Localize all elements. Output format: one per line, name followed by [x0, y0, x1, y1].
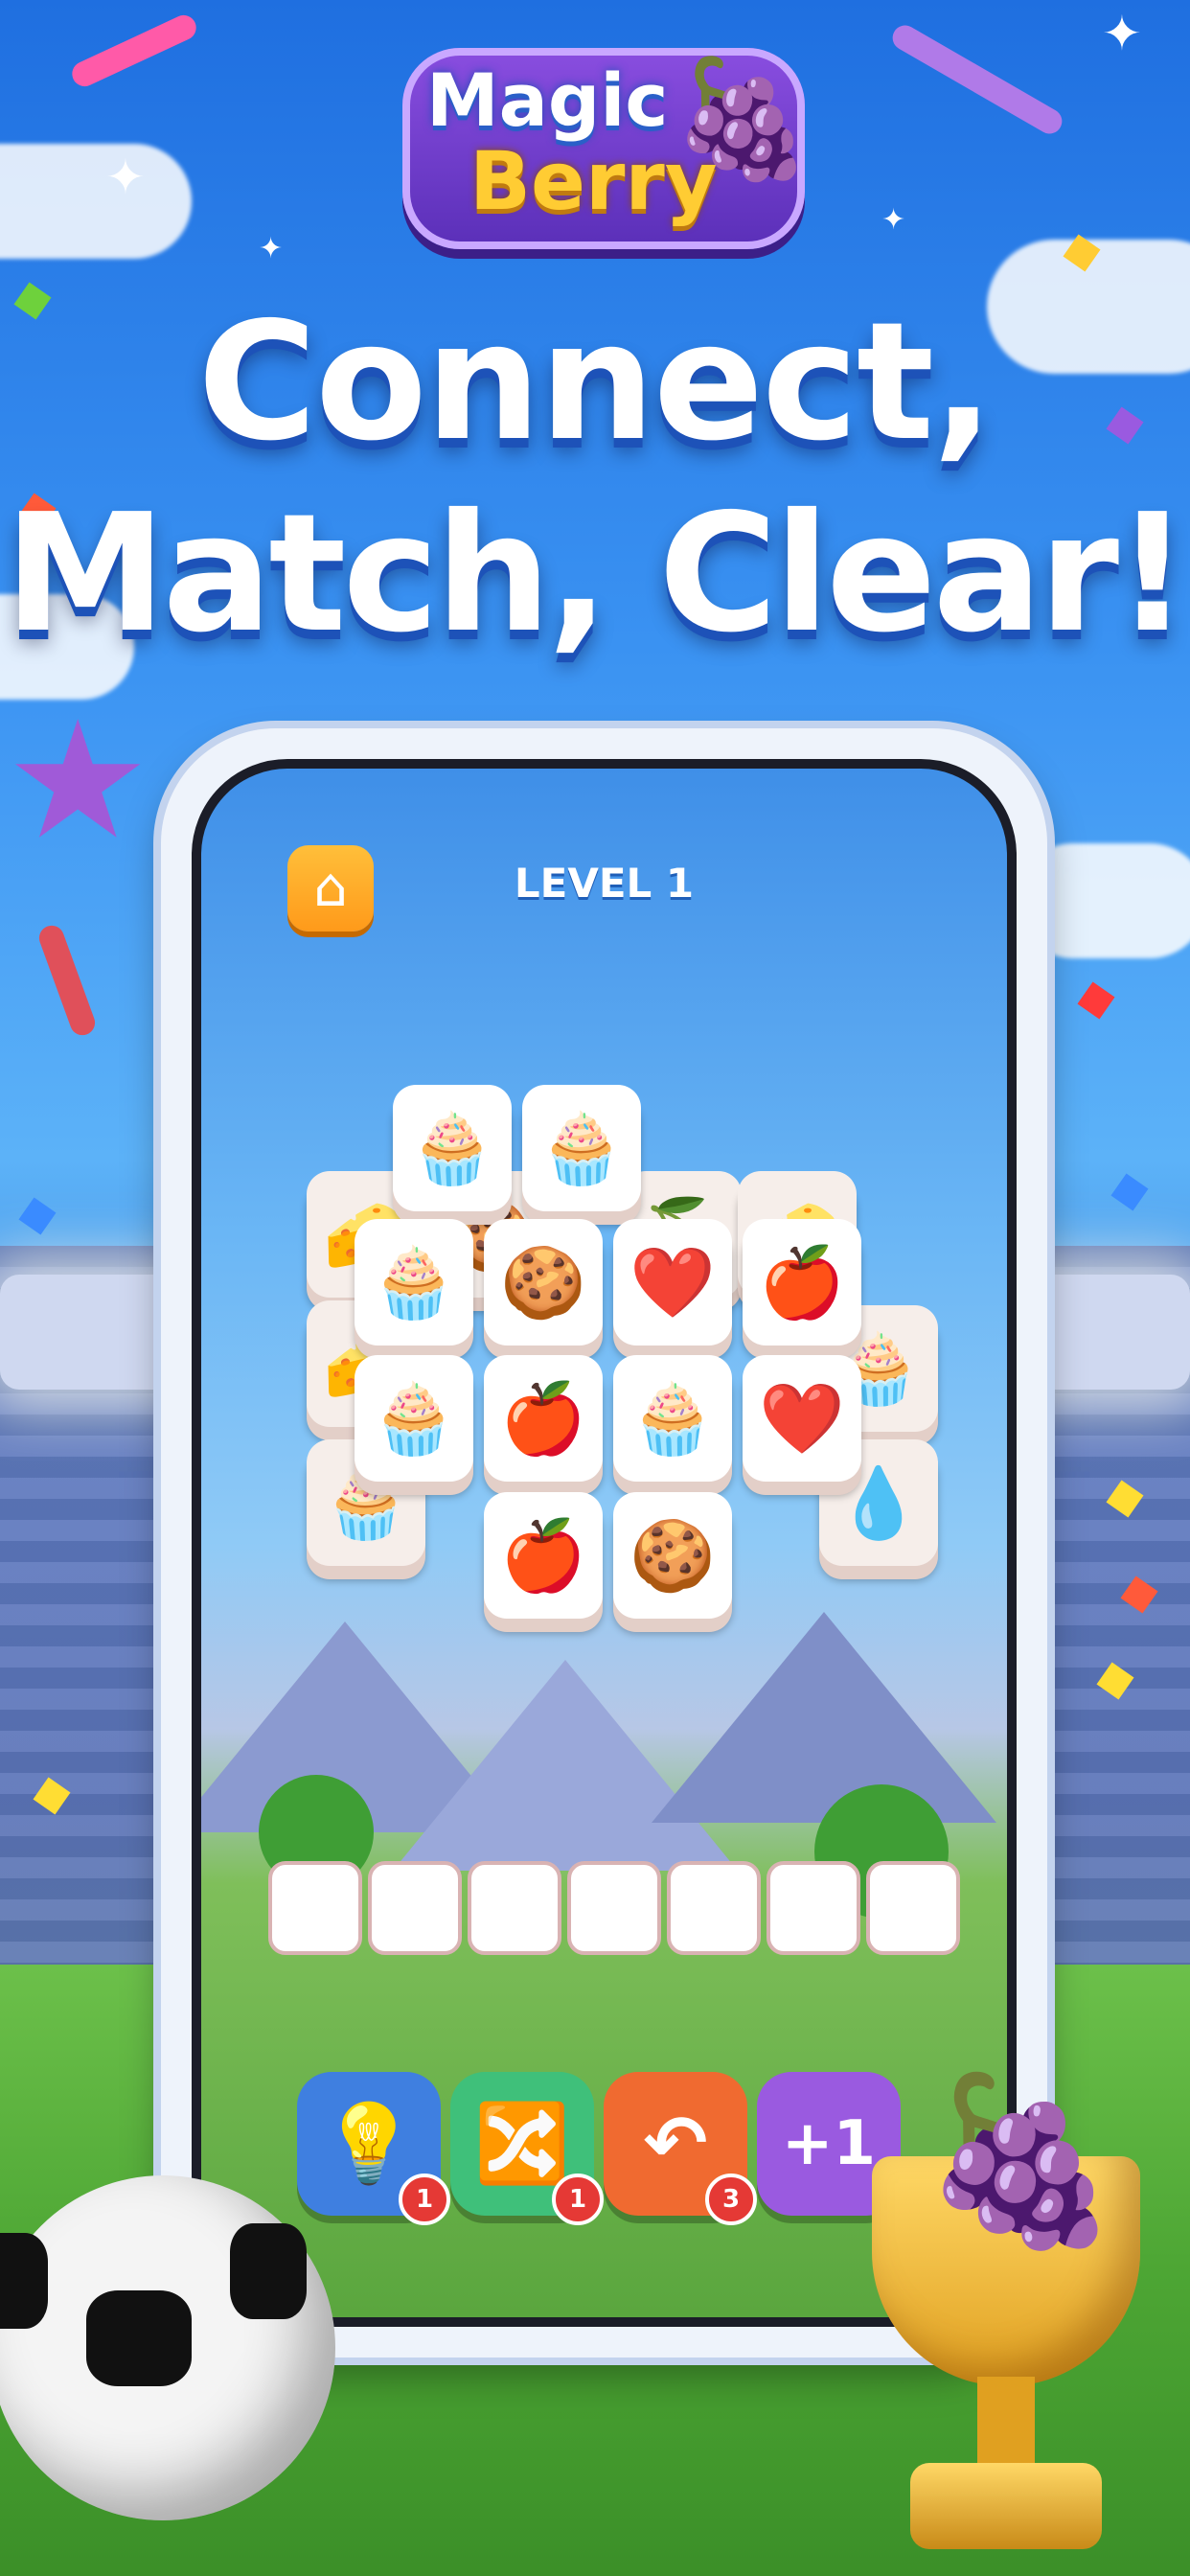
undo-icon: ↶ — [643, 2099, 708, 2188]
game-tile[interactable]: 🧁 — [393, 1085, 512, 1211]
logo-text-line1: Magic — [426, 58, 669, 143]
lightbulb-icon: 💡 — [321, 2099, 417, 2188]
game-tile[interactable]: 🍎 — [484, 1492, 603, 1619]
count-badge: 1 — [552, 2174, 604, 2225]
tray-slot — [368, 1861, 462, 1955]
confetti — [1077, 981, 1115, 1020]
level-label: LEVEL 1 — [514, 860, 695, 907]
tray-slot — [268, 1861, 362, 1955]
game-tile[interactable]: 🧁 — [613, 1355, 732, 1482]
star-icon: ★ — [5, 686, 151, 876]
tray-slot — [866, 1861, 960, 1955]
sparkle-icon: ✦ — [1102, 6, 1142, 61]
shuffle-icon: 🔀 — [474, 2099, 570, 2188]
game-tile[interactable]: 🍪 — [613, 1492, 732, 1619]
tray-slot — [567, 1861, 661, 1955]
trophy-icon: 🍇 — [834, 2080, 1179, 2559]
tray-slot — [667, 1861, 761, 1955]
ribbon — [35, 922, 99, 1039]
ribbon — [68, 11, 200, 91]
cloud — [0, 144, 192, 259]
count-badge: 1 — [399, 2174, 450, 2225]
app-promo-screen: ✦ ✦ ✦ ✦ ★ Magic Berry 🍇 Connect, Match, … — [0, 0, 1190, 2576]
grapes-icon: 🍇 — [920, 2066, 1123, 2256]
mountain — [652, 1612, 996, 1823]
game-tile[interactable]: 🍎 — [743, 1219, 861, 1346]
game-tile[interactable]: ❤️ — [743, 1355, 861, 1482]
shuffle-button[interactable]: 🔀 1 — [450, 2072, 604, 2225]
game-tile[interactable]: 🍪 — [484, 1219, 603, 1346]
tray-slot — [767, 1861, 860, 1955]
sparkle-icon: ✦ — [881, 203, 906, 237]
game-tile[interactable]: ❤️ — [613, 1219, 732, 1346]
confetti — [1110, 1173, 1149, 1211]
game-tile[interactable]: 🧁 — [522, 1085, 641, 1211]
game-tile[interactable]: 🧁 — [355, 1355, 473, 1482]
sparkle-icon: ✦ — [259, 232, 284, 265]
headline-line2: Match, Clear! — [4, 479, 1189, 669]
undo-button[interactable]: ↶ 3 — [604, 2072, 757, 2225]
confetti — [18, 1197, 57, 1235]
game-tile[interactable]: 🍎 — [484, 1355, 603, 1482]
headline-line1: Connect, — [197, 288, 995, 477]
ribbon — [887, 20, 1067, 139]
game-tile[interactable]: 🧁 — [355, 1219, 473, 1346]
count-badge: 3 — [705, 2174, 757, 2225]
sparkle-icon: ✦ — [105, 150, 146, 205]
soccer-ball — [0, 2175, 335, 2520]
hint-button[interactable]: 💡 1 — [297, 2072, 450, 2225]
grapes-icon: 🍇 — [671, 53, 814, 186]
tray-slot — [468, 1861, 561, 1955]
